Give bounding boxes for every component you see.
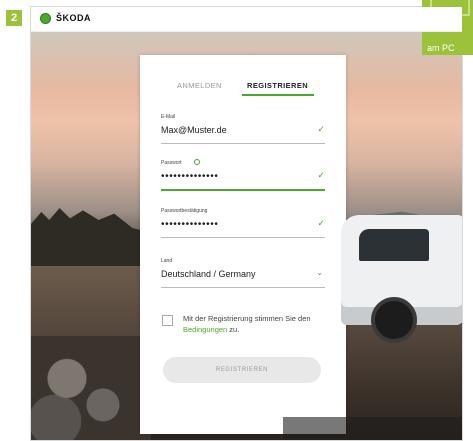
screenshot-frame: ŠKODA ANMELDEN REGISTRIEREN E-Mail Max@M… (30, 6, 463, 441)
password-field[interactable]: Passwort •••••••••••••• ✓ (161, 159, 325, 191)
country-value[interactable]: Deutschland / Germany (161, 269, 256, 279)
password-confirm-input[interactable]: •••••••••••••• (161, 219, 218, 230)
country-underline (161, 287, 325, 288)
tab-register[interactable]: REGISTRIEREN (247, 81, 308, 90)
register-form-card: ANMELDEN REGISTRIEREN E-Mail Max@Muster.… (140, 55, 346, 434)
info-icon[interactable] (194, 159, 200, 165)
terms-text: Mit der Registrierung stimmen Sie den Be… (183, 313, 333, 335)
car-wheel (371, 297, 417, 343)
car-window (359, 229, 429, 261)
top-bar: ŠKODA (31, 7, 462, 32)
terms-checkbox[interactable] (162, 315, 173, 326)
auth-tabs: ANMELDEN REGISTRIEREN (140, 81, 346, 101)
brand-name: ŠKODA (56, 13, 92, 23)
check-icon: ✓ (317, 124, 325, 134)
password-confirm-underline (161, 237, 325, 238)
step-badge: 2 (6, 10, 22, 26)
bottom-shade (283, 417, 462, 440)
email-underline (161, 143, 325, 144)
corner-tab-label: am PC (427, 43, 455, 53)
password-confirm-field[interactable]: Passwortbestätigung •••••••••••••• ✓ (161, 208, 325, 238)
active-tab-indicator (242, 94, 314, 96)
skoda-logo-icon (40, 13, 51, 24)
country-label: Land (161, 258, 173, 264)
terms-link[interactable]: Bedingungen (183, 325, 227, 334)
password-label: Passwort (161, 160, 182, 166)
password-confirm-label: Passwortbestätigung (161, 208, 208, 214)
email-label: E-Mail (161, 114, 176, 120)
tab-login[interactable]: ANMELDEN (177, 81, 222, 90)
check-icon: ✓ (317, 170, 325, 180)
terms-suffix: zu. (227, 325, 240, 334)
email-field[interactable]: E-Mail Max@Muster.de ✓ (161, 114, 325, 144)
country-select[interactable]: Land Deutschland / Germany ⌄ (161, 258, 325, 288)
terms-prefix: Mit der Registrierung stimmen Sie den (183, 314, 311, 323)
rocks (31, 336, 151, 440)
chevron-down-icon[interactable]: ⌄ (316, 268, 323, 277)
password-underline (161, 189, 325, 191)
check-icon: ✓ (317, 218, 325, 228)
email-input[interactable]: Max@Muster.de (161, 125, 227, 135)
register-button[interactable]: REGISTRIEREN (163, 357, 321, 383)
password-input[interactable]: •••••••••••••• (161, 171, 218, 182)
